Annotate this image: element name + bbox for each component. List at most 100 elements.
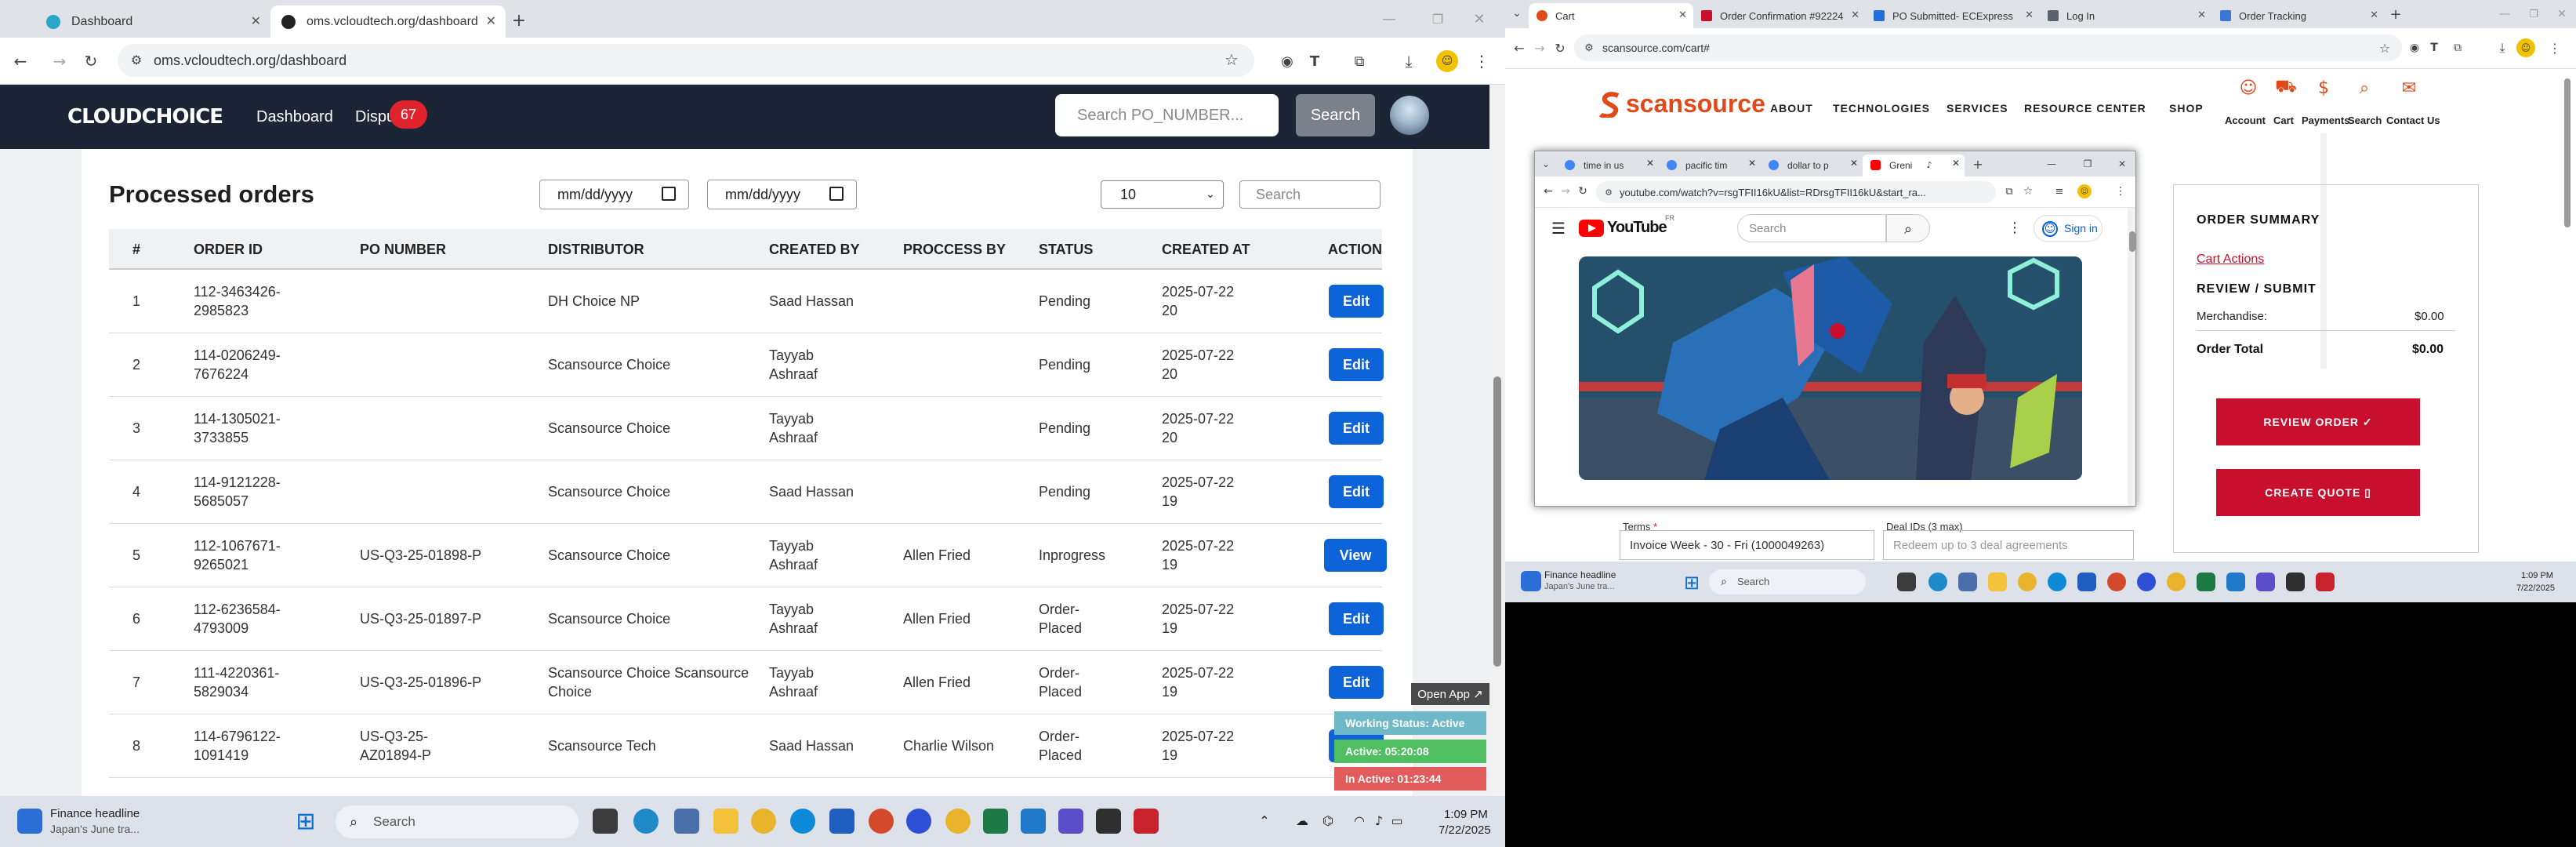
review-order-button[interactable]: REVIEW ORDER ✓ [2216, 398, 2420, 445]
cart-label[interactable]: Cart [2273, 115, 2294, 126]
maximize-icon[interactable]: ❐ [2526, 6, 2542, 22]
snipping-icon[interactable] [1021, 809, 1046, 834]
chrome-active-icon[interactable] [2167, 573, 2186, 591]
profile-icon[interactable]: ☺ [2516, 38, 2535, 57]
teams-icon[interactable] [2256, 573, 2275, 591]
tab-search-icon[interactable]: ⌄ [1540, 158, 1552, 170]
minimize-icon[interactable]: — [1380, 9, 1399, 28]
tab-dollar-to[interactable]: dollar to p ✕ [1761, 154, 1863, 176]
chevron-up-icon[interactable]: ⌃ [1256, 812, 1273, 829]
download-icon[interactable]: ⤓ [2494, 40, 2510, 56]
news-widget-icon[interactable] [17, 809, 42, 834]
edge-icon[interactable] [790, 809, 815, 834]
right-url-field[interactable]: ⚙ scansource.com/cart# ☆ [1574, 35, 2402, 61]
edit-button[interactable]: Edit [1329, 666, 1384, 699]
close-window-icon[interactable]: ✕ [2115, 157, 2129, 171]
terms-select[interactable]: Invoice Week - 30 - Fri (1000049263) [1620, 530, 1874, 560]
windows-start-icon[interactable]: ⊞ [1681, 572, 1703, 594]
menu-kebab-icon[interactable]: ⋮ [2548, 40, 2562, 56]
contact-icon[interactable]: ✉ [2398, 78, 2420, 98]
tab-time-in-us[interactable]: time in us ✕ [1557, 154, 1659, 176]
po-search-input[interactable]: Search PO_NUMBER... [1055, 94, 1279, 136]
chrome-profile-icon[interactable] [2107, 573, 2126, 591]
scansource-logo-text[interactable]: scansource [1626, 89, 1765, 118]
tab-pacific-time[interactable]: pacific tim ✕ [1659, 154, 1761, 176]
outlook-icon[interactable] [829, 809, 854, 834]
close-tab-icon[interactable]: ✕ [1646, 158, 1654, 169]
new-tab-icon[interactable]: + [1971, 157, 1985, 172]
volume-icon[interactable]: ♪ [1370, 812, 1388, 829]
sign-in-button[interactable]: ☺ Sign in [2034, 215, 2103, 242]
clock-time[interactable]: 1:09 PM [2521, 571, 2553, 580]
youtube-logo-text[interactable]: YouTube [1607, 219, 1667, 237]
table-search-input[interactable]: Search [1239, 180, 1381, 209]
translate-icon[interactable]: T [2426, 40, 2442, 56]
windows-start-icon[interactable]: ⊞ [292, 807, 320, 835]
nav-resource-center[interactable]: RESOURCE CENTER [2024, 102, 2146, 115]
back-icon[interactable]: ← [1511, 40, 1527, 56]
task-view-icon[interactable] [593, 809, 618, 834]
minimize-icon[interactable]: — [2497, 6, 2513, 22]
notepad-icon[interactable] [1096, 809, 1121, 834]
scrollbar-thumb[interactable] [2129, 231, 2135, 252]
youtube-search-button[interactable]: ⌕ [1886, 214, 1930, 242]
chrome-icon[interactable] [751, 809, 776, 834]
reload-icon[interactable]: ↻ [1552, 40, 1568, 56]
date-from-input[interactable]: mm/dd/yyyy [539, 180, 689, 209]
taskbar-search-box[interactable]: ⌕ Search [336, 805, 579, 838]
forward-icon[interactable]: → [50, 52, 69, 71]
close-tab-icon[interactable]: ✕ [1850, 158, 1858, 169]
close-tab-icon[interactable]: ✕ [2197, 9, 2206, 21]
tab-dashboard[interactable]: Dashboard ✕ [35, 5, 270, 38]
calculator-icon[interactable] [674, 809, 699, 834]
back-icon[interactable]: ← [11, 52, 30, 71]
translate-icon[interactable]: T [1305, 52, 1324, 71]
close-tab-icon[interactable]: ✕ [1678, 9, 1687, 21]
maximize-icon[interactable]: ❐ [1428, 9, 1447, 28]
scansource-logo-mark[interactable] [1598, 91, 1623, 119]
bookmark-star-icon[interactable]: ☆ [2021, 184, 2035, 198]
extension-icon[interactable]: ◉ [1278, 52, 1297, 71]
site-info-icon[interactable]: ⚙ [1602, 186, 1615, 198]
search-label[interactable]: Search [2348, 115, 2382, 126]
news-title[interactable]: Finance headline [1544, 569, 1616, 580]
excel-icon[interactable] [2197, 573, 2215, 591]
deal-ids-input[interactable]: Redeem up to 3 deal agreements [1883, 530, 2134, 560]
youtube-search-input[interactable]: Search [1737, 214, 1886, 242]
network-icon[interactable]: ⌬ [1319, 812, 1337, 829]
scrollbar-thumb[interactable] [2564, 78, 2571, 227]
settings-kebab-icon[interactable]: ⋮ [2008, 219, 2022, 236]
open-app-button[interactable]: Open App ↗ [1411, 683, 1489, 705]
battery-icon[interactable]: ▭ [1388, 812, 1406, 829]
close-tab-icon[interactable]: ✕ [2025, 9, 2034, 21]
app-icon[interactable] [633, 809, 659, 834]
notepad-icon[interactable] [2286, 573, 2305, 591]
profile-icon[interactable]: ☺ [2077, 184, 2092, 198]
pip-icon[interactable]: ⧉ [2002, 184, 2016, 198]
edit-button[interactable]: Edit [1329, 348, 1384, 381]
nav-about[interactable]: ABOUT [1770, 102, 1813, 115]
create-quote-button[interactable]: CREATE QUOTE ▯ [2216, 469, 2420, 516]
file-explorer-icon[interactable] [713, 809, 738, 834]
chrome-active-icon[interactable] [945, 809, 971, 834]
close-tab-icon[interactable]: ✕ [1952, 158, 1960, 169]
nav-technologies[interactable]: TECHNOLOGIES [1833, 102, 1930, 115]
cart-icon[interactable]: ⛟ [2275, 77, 2297, 97]
extension-icon[interactable]: ◉ [2407, 40, 2422, 56]
payments-icon[interactable]: $ [2313, 78, 2335, 98]
url-field[interactable]: ⚙ oms.vcloudtech.org/dashboard ☆ [118, 44, 1254, 77]
bookmark-star-icon[interactable]: ☆ [1223, 50, 1240, 69]
search-icon[interactable]: ⌕ [2353, 78, 2375, 98]
hamburger-menu-icon[interactable]: ☰ [1549, 219, 1568, 238]
close-tab-icon[interactable]: ✕ [486, 13, 496, 29]
youtube-scrollbar[interactable] [2128, 208, 2135, 506]
nav-services[interactable]: SERVICES [1947, 102, 2008, 115]
maximize-icon[interactable]: ❐ [2081, 157, 2095, 171]
news-title[interactable]: Finance headline [50, 807, 140, 820]
calculator-icon[interactable] [1958, 573, 1977, 591]
app-icon[interactable] [1928, 573, 1947, 591]
nav-dashboard[interactable]: Dashboard [256, 108, 333, 126]
clock-date[interactable]: 7/22/2025 [1439, 823, 1491, 837]
bookmark-star-icon[interactable]: ☆ [2377, 40, 2393, 56]
reload-icon[interactable]: ↻ [82, 52, 100, 71]
